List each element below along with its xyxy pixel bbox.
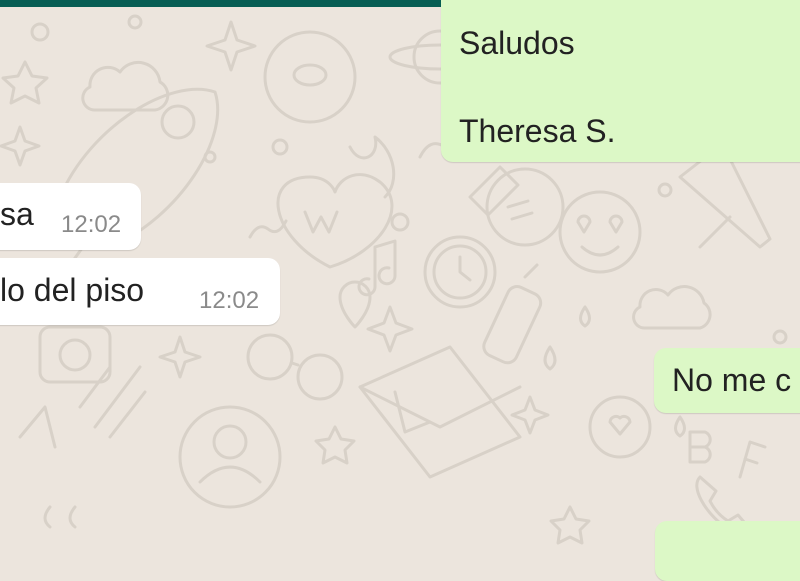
message-text: sa xyxy=(0,196,34,232)
message-bubble-outgoing[interactable]: No me c xyxy=(654,348,800,413)
message-bubble-incoming[interactable]: lo del piso 12:02 xyxy=(0,258,280,325)
message-bubble-incoming[interactable]: sa 12:02 xyxy=(0,183,141,250)
message-timestamp: 12:02 xyxy=(61,211,122,238)
message-text: Theresa S. xyxy=(459,113,616,149)
message-bubble-outgoing-partial[interactable] xyxy=(655,521,800,581)
message-text: Saludos xyxy=(459,25,575,61)
message-text: lo del piso xyxy=(0,272,145,308)
message-timestamp: 12:02 xyxy=(199,287,260,314)
message-bubble-outgoing[interactable]: Saludos Theresa S. xyxy=(441,0,800,162)
message-text: No me c xyxy=(672,362,792,398)
